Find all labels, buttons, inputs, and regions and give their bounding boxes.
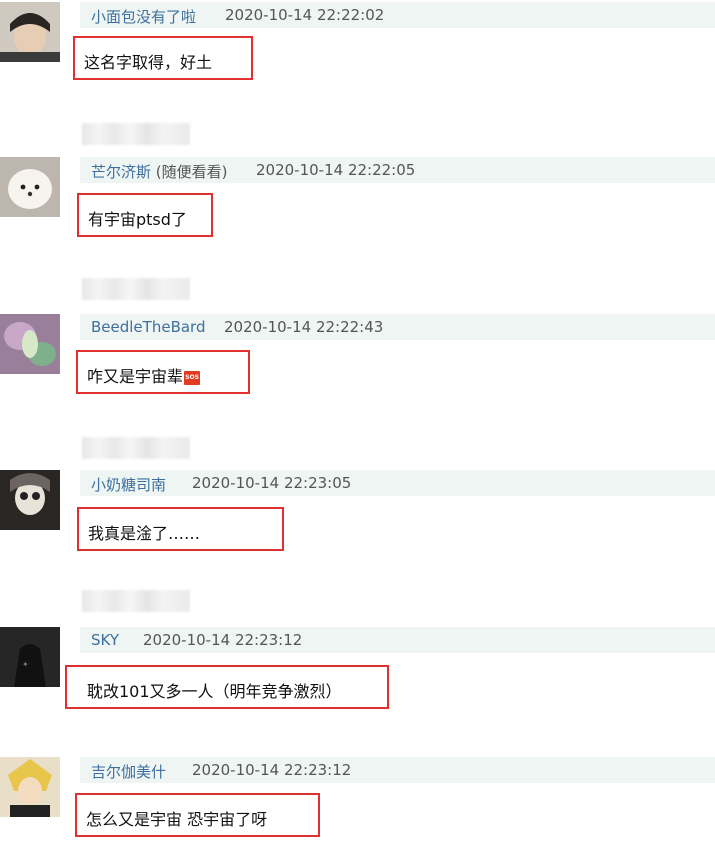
redacted-text-blur [82,590,190,612]
avatar[interactable] [0,314,60,374]
avatar[interactable] [0,470,60,530]
comment-item: ✦ SKY 2020-10-14 22:23:12 耽改101又多一人（明年竞争… [0,627,715,737]
comment-meta-bar: 芒尔济斯 (随便看看) 2020-10-14 22:22:05 [80,157,715,183]
avatar[interactable] [0,157,60,217]
username[interactable]: 芒尔济斯 [91,163,151,181]
timestamp: 2020-10-14 22:22:02 [225,6,385,24]
username-link[interactable]: 吉尔伽美什 [91,761,166,782]
comment-text: 咋又是宇宙辈 SOS [87,363,201,387]
comment-highlight-box: 有宇宙ptsd了 [77,193,213,237]
comment-highlight-box: 我真是淦了…… [77,507,284,551]
timestamp: 2020-10-14 22:22:43 [224,318,384,336]
comment-item: 小面包没有了啦 2020-10-14 22:22:02 这名字取得，好土 [0,2,715,112]
timestamp: 2020-10-14 22:23:12 [192,761,352,779]
comment-meta-bar: BeedleTheBard 2020-10-14 22:22:43 [80,314,715,340]
avatar[interactable] [0,757,60,817]
comment-highlight-box: 怎么又是宇宙 恐宇宙了呀 [75,793,320,837]
comment-item: 小奶糖司南 2020-10-14 22:23:05 我真是淦了…… [0,470,715,580]
avatar[interactable]: ✦ [0,627,60,687]
comment-text: 有宇宙ptsd了 [88,210,187,229]
comment-meta-bar: SKY 2020-10-14 22:23:12 [80,627,715,653]
avatar[interactable] [0,2,60,62]
sos-emoji-icon: SOS [184,370,201,385]
comment-meta-bar: 小面包没有了啦 2020-10-14 22:22:02 [80,2,715,28]
username-note: (随便看看) [155,163,228,181]
timestamp: 2020-10-14 22:22:05 [256,161,416,179]
timestamp: 2020-10-14 22:23:12 [143,631,303,649]
svg-text:✦: ✦ [22,660,29,669]
comment-highlight-box: 耽改101又多一人（明年竞争激烈） [65,665,389,709]
comment-highlight-box: 这名字取得，好土 [73,36,253,80]
redacted-text-blur [82,123,190,145]
username-link[interactable]: 小奶糖司南 [91,474,166,495]
comment-text: 耽改101又多一人（明年竞争激烈） [87,682,342,701]
username-link[interactable]: 小面包没有了啦 [91,6,196,27]
timestamp: 2020-10-14 22:23:05 [192,474,352,492]
username-link[interactable]: 芒尔济斯 (随便看看) [91,161,228,182]
redacted-text-blur [82,437,190,459]
comment-text: 怎么又是宇宙 恐宇宙了呀 [86,810,268,829]
username-link[interactable]: SKY [91,631,119,649]
comment-text: 这名字取得，好土 [84,53,213,72]
comment-item: 芒尔济斯 (随便看看) 2020-10-14 22:22:05 有宇宙ptsd了 [0,157,715,267]
comment-meta-bar: 吉尔伽美什 2020-10-14 22:23:12 [80,757,715,783]
username-link[interactable]: BeedleTheBard [91,318,205,336]
comment-meta-bar: 小奶糖司南 2020-10-14 22:23:05 [80,470,715,496]
comment-text: 我真是淦了…… [88,524,201,543]
comment-item: 吉尔伽美什 2020-10-14 22:23:12 怎么又是宇宙 恐宇宙了呀 [0,757,715,867]
comment-highlight-box: 咋又是宇宙辈 SOS [76,350,250,394]
comment-item: BeedleTheBard 2020-10-14 22:22:43 咋又是宇宙辈… [0,314,715,424]
comment-text-content: 咋又是宇宙辈 [87,367,184,386]
redacted-text-blur [82,278,190,300]
